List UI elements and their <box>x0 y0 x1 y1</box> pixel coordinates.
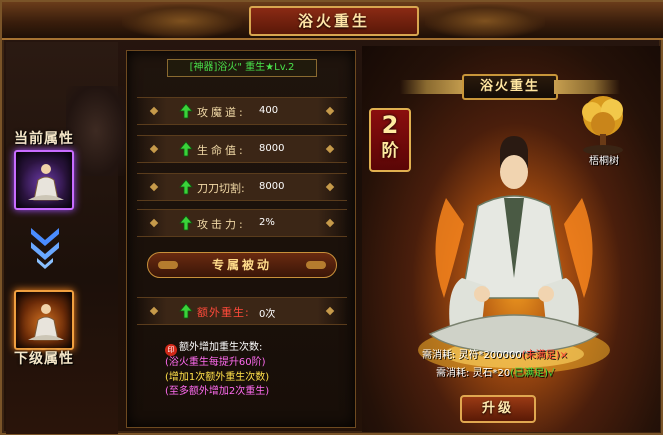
left-panel: 当前属性 下级属性 <box>6 42 126 434</box>
seal-icon: 印 <box>165 344 177 356</box>
hero-display: 浴火重生 2 阶 梧桐树 需消耗: 灵符*200000(未满足)× 需消耗: 灵… <box>362 46 660 432</box>
note-line: (增加1次额外重生次数) <box>165 371 270 383</box>
passive-notes: 印额外增加重生次数: (浴火重生每提升60阶) (增加1次额外重生次数) (至多… <box>165 341 355 400</box>
attribute-value: 400 <box>259 105 279 116</box>
diamond-icon <box>325 182 335 192</box>
dragon-ornament-icon <box>122 4 242 38</box>
title-bar: 浴火重生 <box>2 2 663 40</box>
meditating-hero-icon <box>28 304 64 341</box>
current-attributes-label: 当前属性 <box>14 131 74 147</box>
cost-status-met: (已满足) <box>510 368 549 379</box>
diamond-icon <box>325 218 335 228</box>
diamond-icon <box>325 106 335 116</box>
passive-label: 额外重生: <box>197 306 250 319</box>
dragon-ornament-icon <box>425 4 545 38</box>
note-line: (浴火重生每提升60阶) <box>165 357 266 368</box>
stage-badge: 2 阶 <box>369 108 411 172</box>
attribute-label: 生命值: <box>197 144 246 157</box>
attribute-label: 攻击力: <box>197 218 246 231</box>
diamond-icon <box>149 182 159 192</box>
up-arrow-icon <box>179 179 193 195</box>
stage-unit: 阶 <box>381 141 399 161</box>
attribute-label: 攻魔道: <box>197 106 246 119</box>
passive-value: 0次 <box>259 309 276 320</box>
up-arrow-icon <box>179 303 193 319</box>
up-arrow-icon <box>179 103 193 119</box>
passive-section-title: 专属被动 <box>147 252 337 278</box>
game-window: 浴火重生 当前属性 下级属性 [神器]浴火" 重生★Lv.2 攻魔道: 400 … <box>0 0 663 435</box>
passive-row: 额外重生: 0次 <box>137 297 347 325</box>
attribute-value: 8000 <box>259 181 285 192</box>
attribute-row: 生命值: 8000 <box>137 135 347 163</box>
meditating-hero-figure <box>418 136 610 374</box>
diamond-icon <box>325 306 335 316</box>
down-chevron-icon <box>31 228 59 269</box>
wing-ornament-icon <box>554 80 620 94</box>
notes-heading-text: 额外增加重生次数: <box>179 342 263 353</box>
next-attributes-label: 下级属性 <box>14 351 74 367</box>
attribute-value: 2% <box>259 217 275 228</box>
cost-line: 需消耗: 灵符*200000(未满足)× <box>422 346 662 361</box>
upgrade-button[interactable]: 升级 <box>460 395 536 423</box>
note-line: (至多额外增加2次重生) <box>165 386 270 397</box>
cost-status-unmet: (未满足) <box>521 350 560 361</box>
cost-text: 需消耗: 灵符*200000 <box>422 350 522 361</box>
attribute-panel: [神器]浴火" 重生★Lv.2 攻魔道: 400 生命值: 8000 刀刀切割:… <box>126 50 356 428</box>
stage-number: 2 <box>381 111 399 139</box>
diamond-icon <box>149 144 159 154</box>
wing-ornament-icon <box>400 80 466 94</box>
up-arrow-icon <box>179 141 193 157</box>
current-stage-slot[interactable] <box>14 150 74 210</box>
cost-line: 需消耗: 灵石*20(已满足)√ <box>436 364 663 379</box>
attribute-row: 攻击力: 2% <box>137 209 347 237</box>
cost-text: 需消耗: 灵石*20 <box>436 368 511 379</box>
attribute-label: 刀刀切割: <box>197 182 245 195</box>
check-icon: √ <box>548 368 555 379</box>
attribute-row: 刀刀切割: 8000 <box>137 173 347 201</box>
diamond-icon <box>149 106 159 116</box>
notes-heading: 印额外增加重生次数: <box>165 341 355 356</box>
attribute-row: 攻魔道: 400 <box>137 97 347 125</box>
next-stage-slot[interactable] <box>14 290 74 350</box>
item-name: [神器]浴火" 重生★Lv.2 <box>167 59 317 77</box>
meditating-hero-icon <box>28 164 64 201</box>
up-arrow-icon <box>179 215 193 231</box>
attribute-value: 8000 <box>259 143 285 154</box>
diamond-icon <box>149 306 159 316</box>
window-title: 浴火重生 <box>249 6 419 36</box>
diamond-icon <box>325 144 335 154</box>
diamond-icon <box>149 218 159 228</box>
cross-icon: × <box>559 350 568 361</box>
display-title: 浴火重生 <box>462 74 558 100</box>
